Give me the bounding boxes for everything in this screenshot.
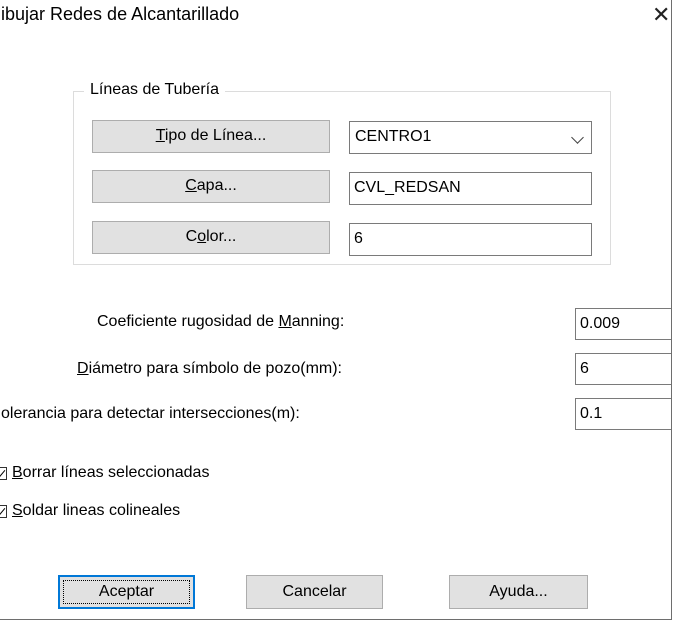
manning-field[interactable]: 0.009 <box>575 308 671 340</box>
aceptar-button[interactable]: Aceptar <box>58 575 195 609</box>
chevron-down-icon[interactable] <box>571 131 584 144</box>
tipo-linea-button[interactable]: Tipo de Línea... <box>92 120 330 153</box>
tipo-linea-select[interactable]: CENTRO1 <box>349 121 592 154</box>
dialog-window: ibujar Redes de Alcantarillado ✕ Líneas … <box>0 0 672 620</box>
borrar-checkbox[interactable] <box>0 467 7 480</box>
tipo-linea-value: CENTRO1 <box>355 128 432 145</box>
cancelar-button[interactable]: Cancelar <box>246 575 383 609</box>
tolerancia-field[interactable]: 0.1 <box>575 398 671 430</box>
dialog-title: ibujar Redes de Alcantarillado <box>1 4 240 24</box>
soldar-label[interactable]: Soldar lineas colineales <box>12 502 180 520</box>
soldar-label-text: oldar lineas colineales <box>22 502 181 519</box>
group-label: Líneas de Tubería <box>84 81 225 99</box>
diametro-field[interactable]: 6 <box>575 353 671 385</box>
borrar-label[interactable]: Borrar líneas seleccionadas <box>12 464 209 482</box>
tipo-linea-mnemonic: T <box>155 127 165 144</box>
color-field[interactable]: 6 <box>349 223 592 256</box>
diametro-mnemonic: D <box>77 360 89 377</box>
borrar-mnemonic: B <box>12 464 23 481</box>
manning-mnemonic: M <box>278 313 292 330</box>
color-label-pre: C <box>185 228 198 245</box>
soldar-mnemonic: S <box>12 502 23 519</box>
capa-field[interactable]: CVL_REDSAN <box>349 172 592 205</box>
borrar-label-text: orrar líneas seleccionadas <box>22 464 210 481</box>
manning-label-post: anning: <box>291 313 345 330</box>
color-label: lor... <box>206 228 237 245</box>
capa-button[interactable]: Capa... <box>92 170 330 203</box>
manning-label: Coeficiente rugosidad de Manning: <box>97 313 344 331</box>
capa-label: apa... <box>196 177 237 194</box>
close-icon[interactable]: ✕ <box>652 0 671 30</box>
capa-mnemonic: C <box>185 177 197 194</box>
diametro-label: Diámetro para símbolo de pozo(mm): <box>77 360 342 378</box>
tolerancia-label: olerancia para detectar intersecciones(m… <box>1 405 300 422</box>
soldar-checkbox[interactable] <box>0 505 7 518</box>
color-mnemonic: o <box>197 228 207 245</box>
tipo-linea-label: ipo de Línea... <box>164 127 267 144</box>
manning-label-pre: Coeficiente rugosidad de <box>97 313 279 330</box>
color-button[interactable]: Color... <box>92 221 330 254</box>
ayuda-button[interactable]: Ayuda... <box>449 575 588 609</box>
diametro-label-post: iámetro para símbolo de pozo(mm): <box>88 360 342 377</box>
focus-rectangle <box>63 580 190 604</box>
